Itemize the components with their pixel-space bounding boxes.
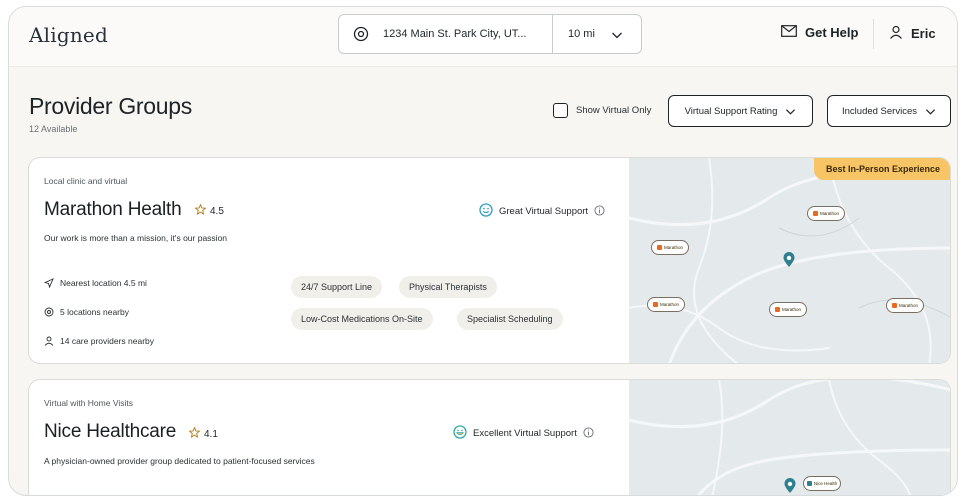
service-chip: Physical Therapists xyxy=(399,276,497,298)
virtual-only-checkbox[interactable] xyxy=(553,103,568,118)
map-marker[interactable]: Marathon xyxy=(651,240,689,255)
locations-nearby: 5 locations nearby xyxy=(44,307,129,317)
user-icon xyxy=(889,25,903,42)
service-chip: Specialist Scheduling xyxy=(457,308,563,330)
service-chip: 24/7 Support Line xyxy=(291,276,383,298)
location-pin-icon xyxy=(44,307,54,317)
included-services-filter[interactable]: Included Services xyxy=(827,95,951,127)
marker-logo-icon xyxy=(891,303,897,308)
support-label: Great Virtual Support xyxy=(499,206,589,217)
best-in-person-badge: Best In-Person Experience xyxy=(813,158,950,180)
marker-label: Marathon xyxy=(659,302,679,307)
info-icon[interactable] xyxy=(583,426,594,441)
rating-value: 4.5 xyxy=(210,205,224,217)
map-marker[interactable]: Marathon xyxy=(647,297,685,312)
marker-label: Marathon xyxy=(898,303,918,308)
service-chip: Low-Cost Medications On-Site xyxy=(291,308,433,330)
map-marker[interactable]: Marathon xyxy=(807,206,845,221)
smile-icon xyxy=(479,203,493,220)
star-icon xyxy=(194,203,207,218)
marker-label: Marathon xyxy=(819,211,839,216)
location-input[interactable]: 1234 Main St. Park City, UT... xyxy=(383,28,526,40)
chevron-down-icon[interactable] xyxy=(611,28,623,46)
provider-name[interactable]: Nice Healthcare xyxy=(44,421,176,443)
chevron-down-icon xyxy=(786,108,796,115)
divider xyxy=(552,15,553,53)
virtual-support-rating-filter[interactable]: Virtual Support Rating xyxy=(668,95,813,127)
location-search[interactable]: 1234 Main St. Park City, UT... 10 mi xyxy=(338,14,642,54)
marker-label: Nice Health xyxy=(813,481,838,486)
provider-type: Local clinic and virtual xyxy=(44,176,128,186)
filter-label: Included Services xyxy=(842,105,917,117)
app-logo[interactable]: Aligned xyxy=(29,23,108,47)
provider-type: Virtual with Home Visits xyxy=(44,398,133,408)
rating-value: 4.1 xyxy=(204,428,218,440)
location-pin-icon xyxy=(353,26,369,47)
marker-label: Marathon xyxy=(781,307,801,312)
get-help-button[interactable]: Get Help xyxy=(781,25,858,40)
user-name: Eric xyxy=(911,26,936,41)
virtual-support-rating: Great Virtual Support xyxy=(479,203,605,220)
marker-logo-icon xyxy=(652,302,658,307)
virtual-only-label: Show Virtual Only xyxy=(576,105,652,116)
provider-rating: 4.1 xyxy=(188,426,218,441)
providers-text: 14 care providers nearby xyxy=(60,336,155,346)
show-virtual-only-toggle[interactable]: Show Virtual Only xyxy=(553,103,651,118)
marker-logo-icon xyxy=(812,211,818,216)
virtual-support-rating: Excellent Virtual Support xyxy=(453,425,594,442)
provider-map[interactable]: Best In-Person Experience Marathon Marat… xyxy=(629,158,950,363)
providers-nearby: 14 care providers nearby xyxy=(44,336,154,346)
provider-name[interactable]: Marathon Health xyxy=(44,199,182,221)
user-menu[interactable]: Eric xyxy=(889,25,936,42)
map-marker[interactable]: Marathon xyxy=(886,298,924,313)
support-label: Excellent Virtual Support xyxy=(473,428,577,439)
map-marker[interactable]: Nice Health xyxy=(803,476,841,491)
map-marker[interactable]: Marathon xyxy=(769,302,807,317)
provider-map[interactable]: Nice Health xyxy=(629,380,950,495)
chevron-down-icon xyxy=(925,108,936,115)
locations-text: 5 locations nearby xyxy=(60,307,129,317)
top-header: Aligned 1234 Main St. Park City, UT... 1… xyxy=(9,7,957,67)
current-location-pin-icon xyxy=(784,478,796,493)
mail-icon xyxy=(781,25,797,40)
provider-description: Our work is more than a mission, it's ou… xyxy=(44,233,228,243)
header-divider xyxy=(873,19,874,49)
nearest-location-text: Nearest location 4.5 mi xyxy=(60,278,147,288)
page-title: Provider Groups xyxy=(29,93,192,119)
nearest-location: Nearest location 4.5 mi xyxy=(44,278,147,288)
current-location-pin-icon xyxy=(783,252,795,267)
marker-logo-icon xyxy=(656,245,662,250)
app-window: Aligned 1234 Main St. Park City, UT... 1… xyxy=(8,6,958,496)
get-help-label: Get Help xyxy=(805,25,859,40)
person-icon xyxy=(44,336,54,346)
provider-card[interactable]: Virtual with Home Visits Nice Healthcare… xyxy=(28,379,951,495)
distance-select[interactable]: 10 mi xyxy=(568,28,595,40)
available-count: 12 Available xyxy=(29,124,78,134)
provider-description: A physician-owned provider group dedicat… xyxy=(44,456,315,466)
grin-icon xyxy=(453,425,467,442)
navigation-icon xyxy=(44,278,54,288)
star-icon xyxy=(188,426,201,441)
provider-rating: 4.5 xyxy=(194,203,224,218)
marker-label: Marathon xyxy=(663,245,683,250)
marker-logo-icon xyxy=(774,307,780,312)
provider-card[interactable]: Local clinic and virtual Marathon Health… xyxy=(28,157,951,364)
info-icon[interactable] xyxy=(594,204,605,219)
marker-logo-icon xyxy=(806,481,812,486)
filter-label: Virtual Support Rating xyxy=(684,105,778,117)
